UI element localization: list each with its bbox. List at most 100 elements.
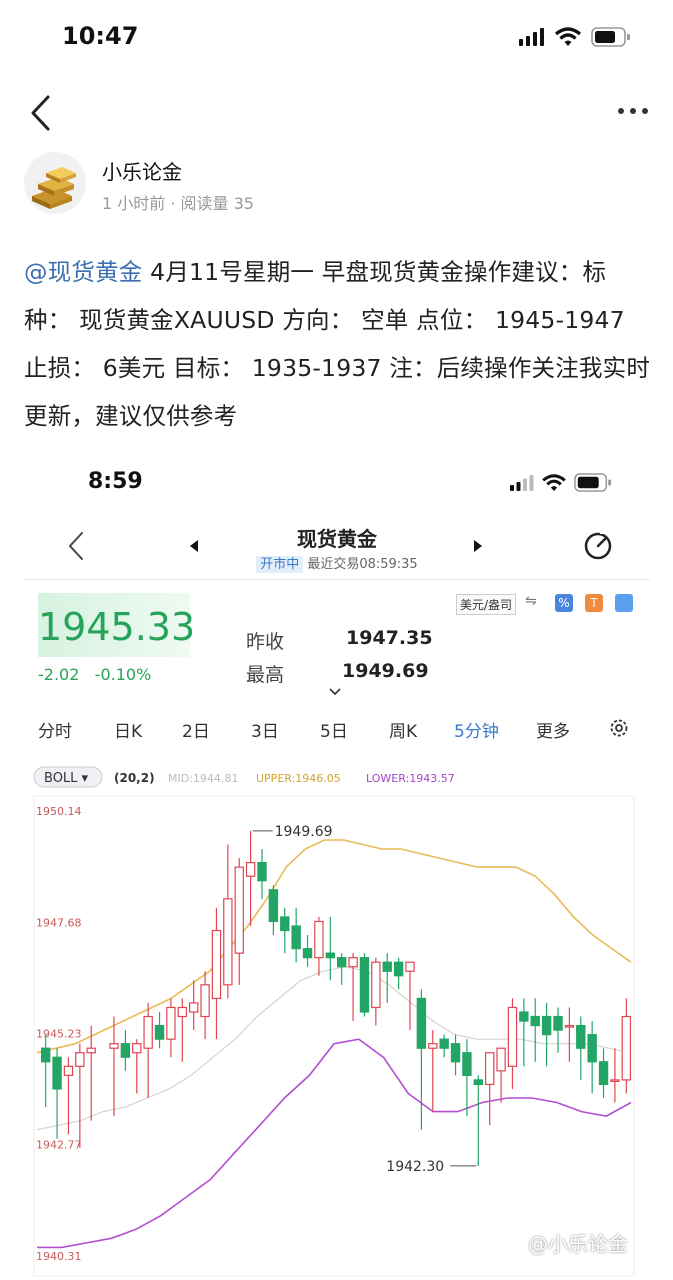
candle-body: [473, 1079, 484, 1086]
candle-body: [52, 1056, 62, 1090]
swap-icon[interactable]: ⇋: [525, 593, 537, 609]
indicator-name: BOLL ▾: [44, 771, 89, 786]
quote-subtitle: 开市中 最近交易08:59:35: [24, 553, 650, 573]
candle-body: [120, 1043, 131, 1058]
candle-body: [405, 961, 415, 972]
candle-body: [86, 1047, 96, 1054]
candle-body: [336, 957, 347, 968]
candle-body: [393, 961, 404, 977]
author-name[interactable]: 小乐论金: [102, 156, 182, 185]
candle-body: [223, 898, 233, 986]
high-label: 最高: [246, 664, 285, 686]
clock-icon[interactable]: [615, 594, 633, 612]
battery-icon: [574, 473, 612, 492]
change-percent: -0.10%: [94, 665, 152, 684]
candle-body: [541, 1015, 552, 1036]
candle-body: [280, 916, 290, 932]
candle-body: [200, 984, 210, 1018]
candle-body: [177, 1006, 188, 1018]
candle-body: [75, 1052, 85, 1067]
candle-body: [382, 961, 392, 972]
settings-gear-icon[interactable]: [608, 717, 630, 739]
last-trade-time: 最近交易08:59:35: [307, 557, 418, 572]
candle-body: [291, 925, 301, 950]
tab-more[interactable]: 更多: [536, 717, 570, 742]
candle-body: [519, 1011, 529, 1022]
y-tick-label: 1947.68: [36, 916, 82, 929]
expand-chevron-icon[interactable]: [328, 687, 342, 697]
candle-body: [610, 1079, 620, 1083]
author-header[interactable]: 小乐论金 1 小时前 · 阅读量 35: [24, 152, 624, 216]
candle-body: [507, 1006, 518, 1067]
status-bar: 10:47: [0, 0, 673, 76]
tab-fenshi[interactable]: 分时: [38, 717, 72, 742]
candle-body: [257, 862, 267, 882]
percent-icon[interactable]: %: [555, 594, 573, 612]
candle-body: [211, 929, 222, 1000]
candlestick-chart[interactable]: BOLL ▾ (20,2) MID:1944.81 UPPER:1946.05 LOWE…: [24, 761, 650, 1280]
min-annotation: 1942.30: [386, 1159, 444, 1175]
candle-body: [154, 1024, 165, 1040]
candle-body: [348, 957, 358, 968]
candle-body: [245, 862, 256, 877]
tab-2day[interactable]: 2日: [182, 717, 210, 742]
candle-body: [416, 997, 427, 1049]
tab-5min[interactable]: 5分钟: [454, 717, 499, 742]
max-annotation: 1949.69: [275, 824, 333, 840]
signal-icon: [510, 474, 534, 491]
watermark: @小乐论金: [528, 1232, 628, 1256]
y-tick-label: 1950.14: [36, 805, 82, 818]
candle-body: [564, 1024, 575, 1028]
candle-body: [576, 1024, 586, 1049]
tab-daily[interactable]: 日K: [114, 717, 142, 742]
market-status-badge: 开市中: [256, 556, 304, 573]
candle-body: [234, 866, 244, 954]
candle-body: [484, 1052, 495, 1086]
signal-icon: [519, 28, 544, 46]
top-nav: [0, 88, 673, 138]
embedded-status-time: 8:59: [88, 469, 143, 494]
price-change: -2.02 -0.10%: [38, 665, 151, 684]
post-meta: 1 小时前 · 阅读量 35: [102, 194, 254, 213]
wifi-icon: [542, 473, 566, 491]
y-tick-label: 1940.31: [36, 1250, 82, 1263]
tab-3day[interactable]: 3日: [251, 717, 279, 742]
refresh-icon[interactable]: [582, 529, 614, 561]
more-options-icon[interactable]: [615, 98, 651, 124]
candle-body: [188, 1002, 199, 1013]
next-triangle-icon[interactable]: [472, 539, 484, 553]
candle-body: [109, 1043, 119, 1049]
candle-body: [621, 1015, 632, 1081]
candle-body: [302, 948, 313, 959]
tab-5day[interactable]: 5日: [320, 717, 348, 742]
nav-divider: [24, 579, 650, 580]
candle-body: [553, 1015, 563, 1031]
candle-body: [462, 1052, 472, 1076]
candle-body: [325, 952, 336, 959]
gold-bars-logo: [32, 167, 76, 209]
candle-body: [530, 1015, 540, 1027]
plot-frame: [33, 795, 635, 1277]
mid-label: MID:1944.81: [168, 772, 238, 785]
author-avatar[interactable]: [24, 152, 86, 214]
unit-select[interactable]: 美元/盎司: [456, 594, 517, 615]
tab-weekly[interactable]: 周K: [389, 717, 417, 742]
toggle-icon[interactable]: T: [585, 594, 603, 612]
status-icons: [519, 27, 631, 47]
high-value: 1949.69: [342, 660, 429, 682]
battery-icon: [591, 27, 630, 47]
candle-body: [428, 1043, 438, 1049]
candle-body: [598, 1061, 609, 1086]
indicator-params: (20,2): [114, 771, 155, 785]
lower-band-line: [37, 1038, 632, 1249]
status-time: 10:47: [62, 22, 139, 50]
candle-body: [439, 1038, 449, 1049]
candle-body: [166, 1006, 176, 1040]
candle-body: [132, 1043, 142, 1054]
candle-body: [63, 1065, 74, 1076]
back-arrow-icon[interactable]: [26, 94, 56, 132]
candle-body: [371, 961, 381, 1009]
mention-link[interactable]: @现货黄金: [24, 258, 143, 286]
candle-body: [587, 1034, 597, 1063]
embedded-screenshot[interactable]: 8:59 现货黄金 开市中 最近交易08:59:35 1945.33 -2.02…: [24, 455, 650, 1280]
